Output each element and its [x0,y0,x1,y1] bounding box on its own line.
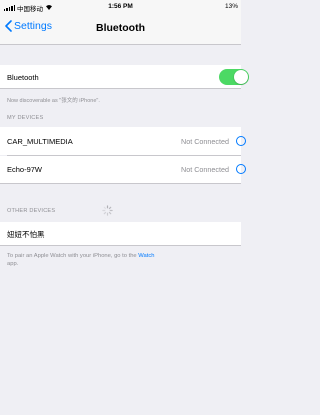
pair-note-text-end: app. [7,261,19,267]
section-separator [0,88,241,89]
activity-spinner-icon [102,205,113,216]
device-status: Not Connected [181,164,229,174]
device-name: CAR_MULTIMEDIA [7,137,73,146]
bluetooth-toggle[interactable] [219,69,249,85]
bluetooth-label: Bluetooth [7,73,39,82]
device-row[interactable]: CAR_MULTIMEDIA Not Connected [0,127,246,155]
pair-watch-note: To pair an Apple Watch with your iPhone,… [7,252,237,268]
bluetooth-row: Bluetooth [0,65,249,88]
section-separator [0,245,241,246]
device-name: Echo-97W [7,164,43,174]
other-devices-header: OTHER DEVICES [7,208,56,214]
device-row[interactable]: 妞妞不怕黑 [0,222,241,245]
device-status: Not Connected [181,137,229,146]
discoverable-note: Now discoverable as "张文的 iPhone". [7,98,100,104]
info-circle-icon[interactable] [236,163,246,174]
status-bar: 中国移动 1:56 PM 13% [0,0,241,14]
my-devices-header: MY DEVICES [7,115,44,121]
battery-percent: 13% [224,3,238,10]
pair-note-text: To pair an Apple Watch with your iPhone,… [7,253,139,259]
watch-app-link[interactable]: Watch [138,253,154,259]
navigation-bar: Settings Bluetooth [0,14,241,45]
device-row[interactable]: Echo-97W Not Connected [0,155,246,183]
section-separator [0,182,241,183]
device-name: 妞妞不怕黑 [7,230,45,239]
status-time: 1:56 PM [108,3,133,10]
page-title: Bluetooth [96,22,145,34]
info-circle-icon[interactable] [236,136,246,146]
toggle-knob [234,70,248,84]
